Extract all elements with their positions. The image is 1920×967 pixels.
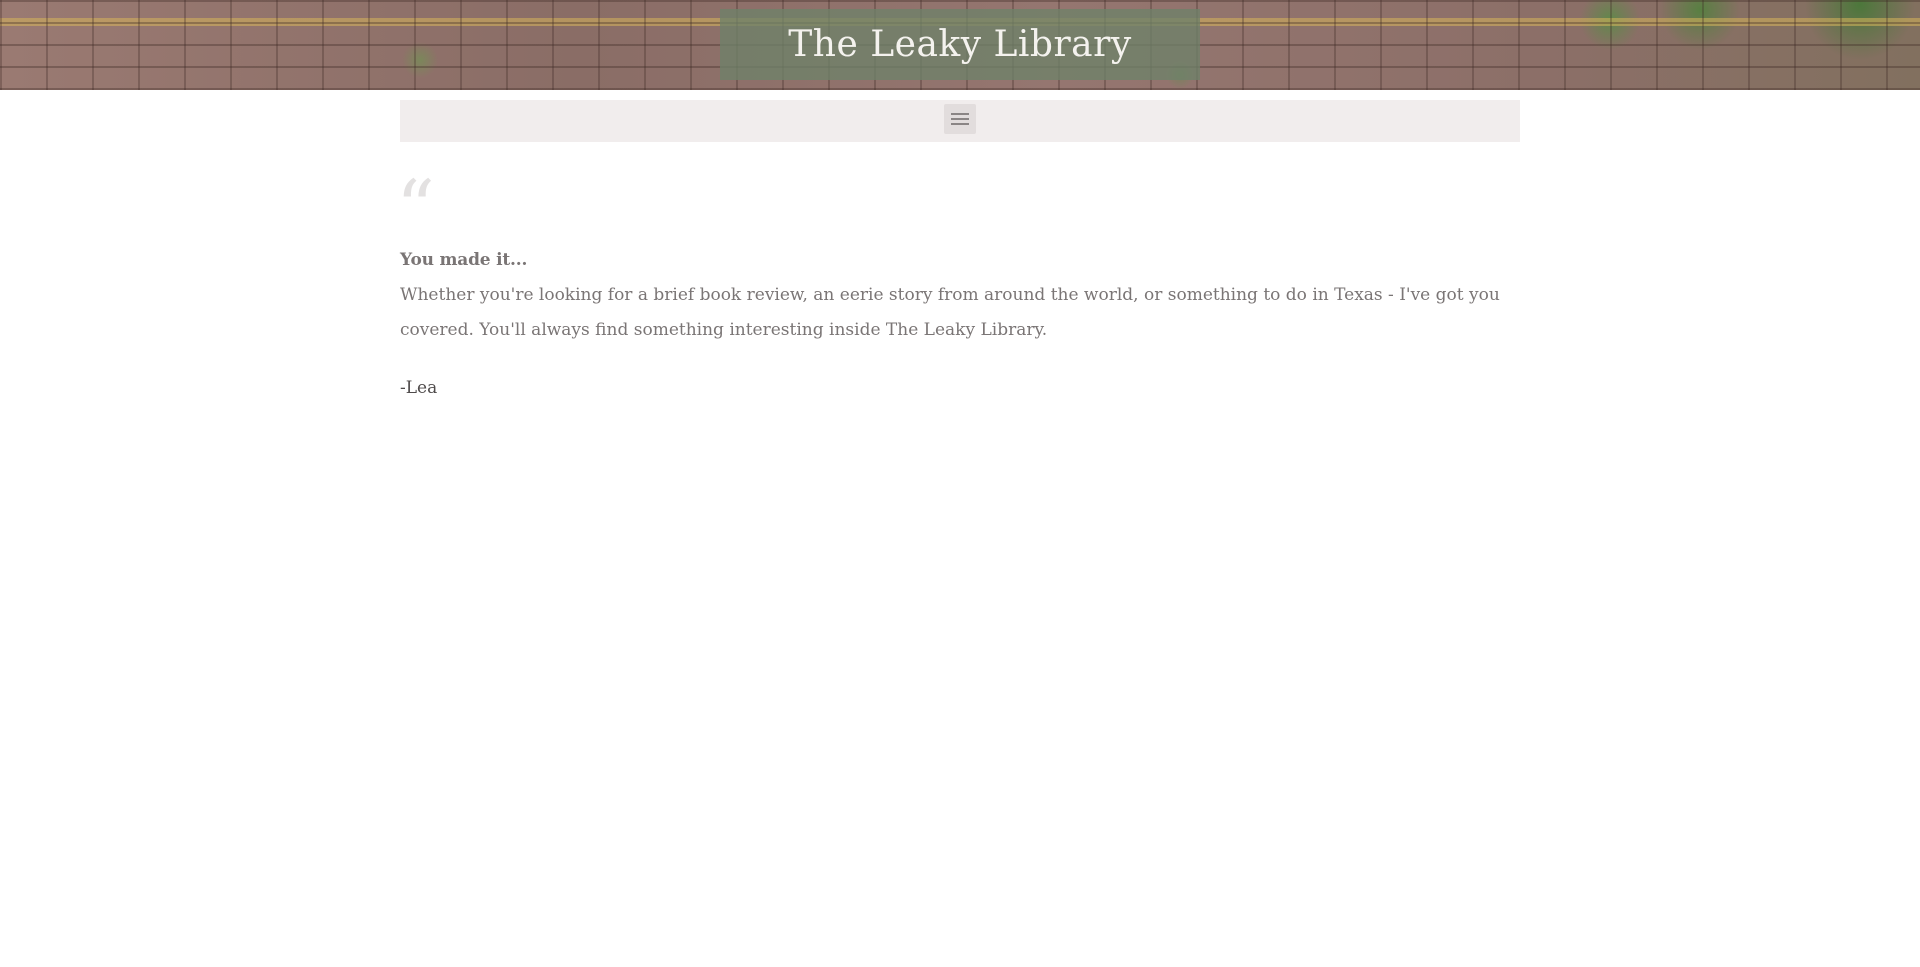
hamburger-menu-icon bbox=[951, 113, 969, 115]
quote-mark-icon: “ bbox=[396, 163, 435, 252]
navigation-bar bbox=[400, 100, 1520, 142]
quote-block: “ You made it... Whether you're looking … bbox=[396, 170, 1520, 399]
site-title[interactable]: The Leaky Library bbox=[788, 24, 1131, 65]
hamburger-menu-icon-bar bbox=[951, 123, 969, 125]
quote-text: Whether you're looking for a brief book … bbox=[400, 285, 1500, 340]
menu-toggle-button[interactable] bbox=[944, 104, 976, 134]
header-banner: The Leaky Library bbox=[0, 0, 1920, 90]
quote-heading: You made it... bbox=[400, 250, 528, 270]
site-title-box[interactable]: The Leaky Library bbox=[720, 9, 1200, 80]
hamburger-menu-icon-bar bbox=[951, 118, 969, 120]
quote-signature: -Lea bbox=[400, 378, 438, 398]
